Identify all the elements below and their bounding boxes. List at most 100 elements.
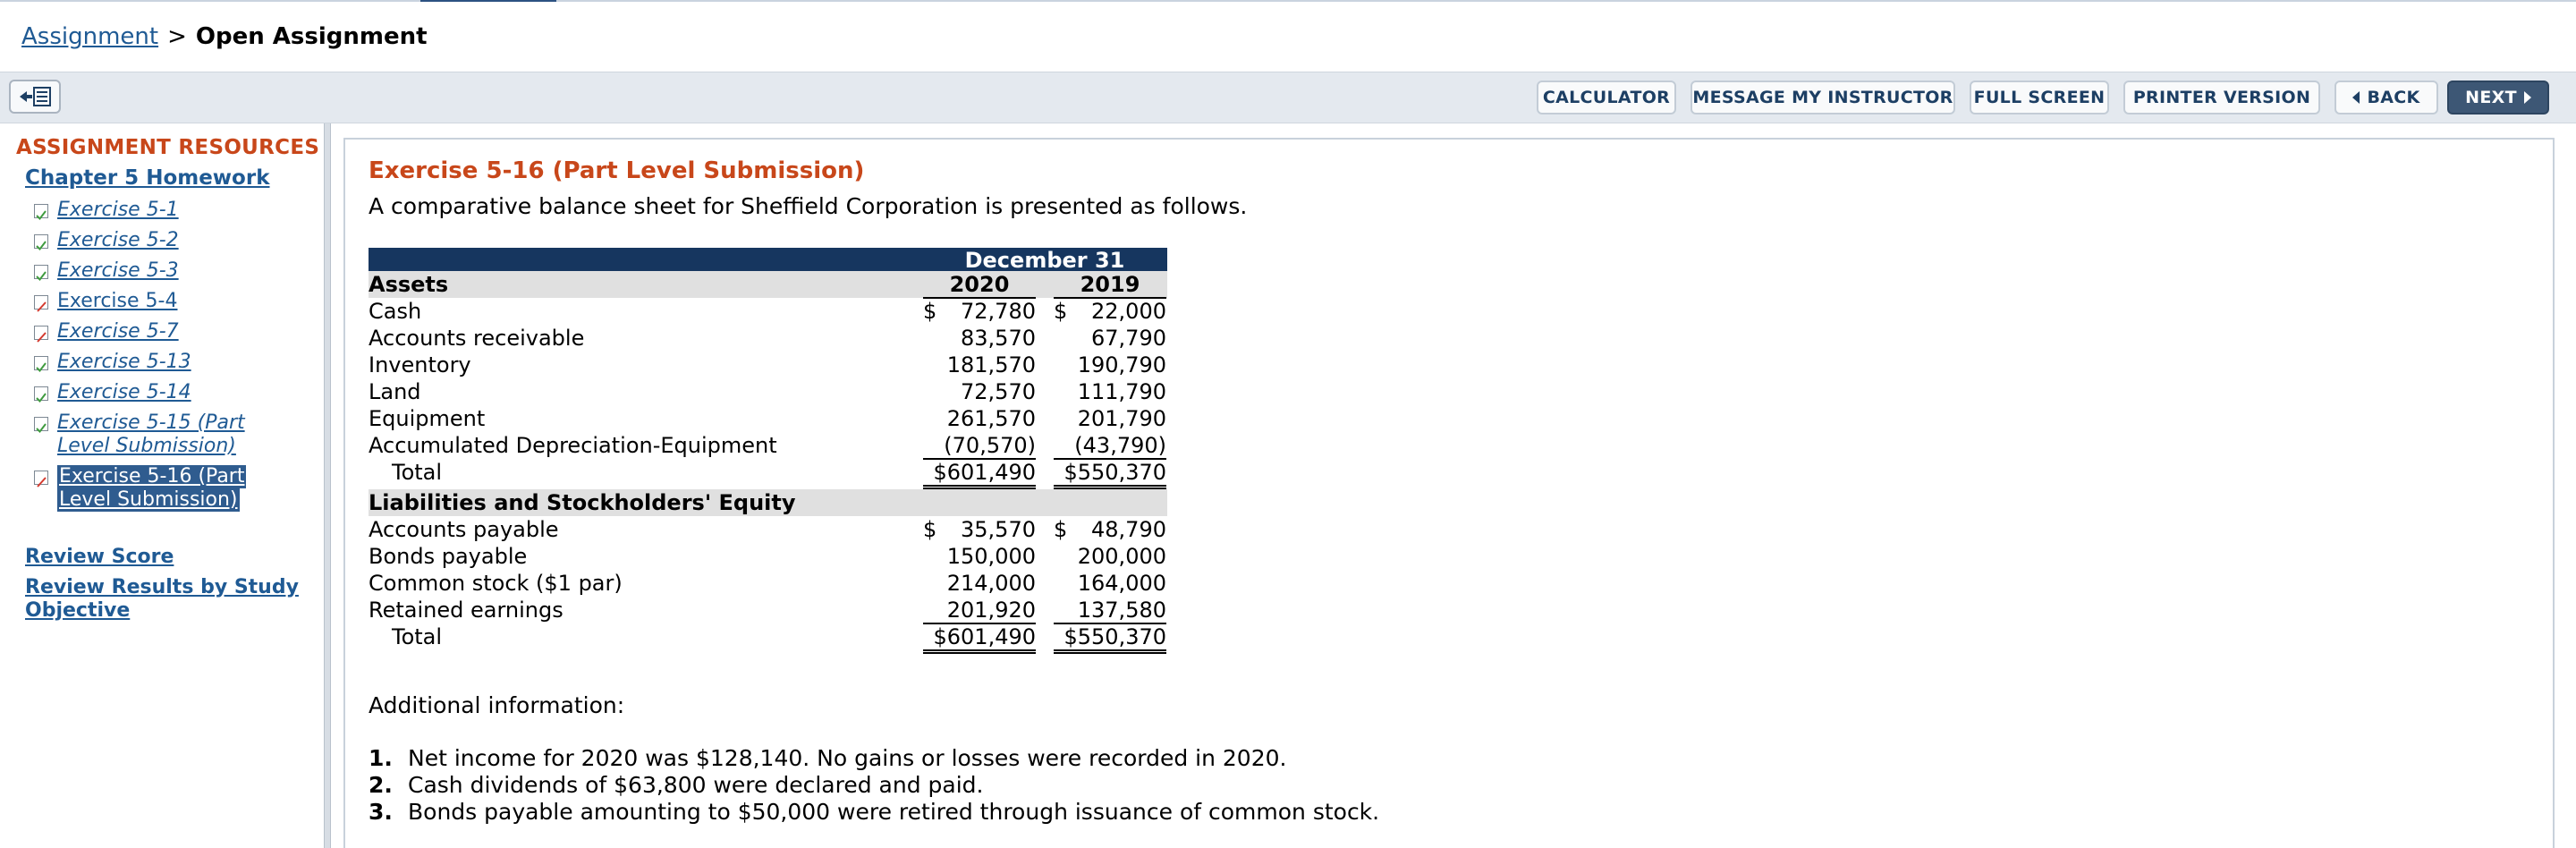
back-button[interactable]: BACK: [2334, 81, 2438, 114]
row-label: Accounts receivable: [369, 326, 585, 351]
value-2020: 72,570: [961, 379, 1036, 404]
next-button[interactable]: NEXT: [2447, 81, 2549, 114]
sidebar-item-label: Exercise 5-3: [57, 259, 179, 282]
liabilities-total-row: Total $601,490 $550,370: [369, 623, 1167, 654]
row-label: Bonds payable: [369, 544, 528, 569]
value-2020: 83,570: [961, 326, 1036, 351]
value-2019: $22,000: [1054, 299, 1166, 324]
slash-icon: [34, 471, 48, 488]
next-label: NEXT: [2465, 88, 2517, 107]
resources-heading: ASSIGNMENT RESOURCES: [16, 136, 320, 159]
sidebar-item-label: Exercise 5-14: [57, 381, 191, 403]
back-label: BACK: [2367, 88, 2420, 107]
printer-version-button[interactable]: PRINTER VERSION: [2123, 81, 2320, 114]
check-icon: [34, 386, 48, 403]
value-2020: 150,000: [946, 544, 1036, 569]
table-row: Inventory 181,570 190,790: [369, 352, 1167, 378]
value-2019: 164,000: [1077, 571, 1166, 596]
sidebar-item-label: Exercise 5-13: [57, 351, 191, 373]
assets-heading: Assets: [369, 272, 449, 297]
value-2020: (70,570): [923, 433, 1036, 460]
value-2019: (43,790): [1054, 433, 1166, 460]
dollar-sign: $: [923, 299, 937, 324]
note-text: Net income for 2020 was $128,140. No gai…: [408, 745, 1287, 771]
value-2019: 111,790: [1077, 379, 1166, 404]
row-label: Land: [369, 379, 421, 404]
dollar-sign: $: [1054, 299, 1068, 324]
value-2020: $601,490: [923, 624, 1036, 654]
row-label: Total: [392, 460, 443, 485]
review-results-link[interactable]: Review Results by Study Objective: [25, 576, 299, 623]
balance-sheet-table: December 31 Assets 2020 2019 Cash $72,78…: [369, 248, 1167, 654]
row-label: Accumulated Depreciation-Equipment: [369, 433, 777, 458]
check-icon: [34, 234, 48, 251]
value-2020: 201,920: [923, 598, 1036, 624]
balance-sheet-header-row: December 31: [369, 248, 1167, 273]
row-label: Common stock ($1 par): [369, 571, 623, 596]
row-label: Accounts payable: [369, 517, 559, 542]
row-label: Cash: [369, 299, 422, 324]
slash-icon: [34, 326, 48, 343]
sidebar-resize-handle[interactable]: [324, 123, 331, 848]
value-2020: 181,570: [946, 352, 1036, 377]
table-row: Retained earnings 201,920 137,580: [369, 597, 1167, 624]
slash-icon: [34, 295, 48, 312]
sidebar-item-label: Exercise 5-2: [57, 229, 179, 251]
sidebar-item-label-line1: Exercise 5-15 (Part: [57, 411, 245, 434]
sidebar-item-label: Exercise 5-7: [57, 320, 179, 343]
dollar-sign: $: [923, 517, 937, 542]
value-2020: $35,570: [923, 517, 1036, 542]
note-number: 2.: [369, 772, 393, 798]
row-label: Inventory: [369, 352, 471, 377]
value-2020: 261,570: [946, 406, 1036, 431]
note-number: 3.: [369, 799, 393, 825]
review-results-line2: Objective: [25, 599, 131, 622]
check-icon: [34, 265, 48, 282]
row-label: Total: [392, 624, 443, 649]
top-border-accent: [420, 0, 556, 2]
value-2020: $601,490: [923, 460, 1036, 489]
row-label: Retained earnings: [369, 598, 564, 623]
note-number: 1.: [369, 745, 393, 771]
sidebar-item-label: Exercise 5-1: [57, 199, 179, 221]
value-2019: 201,790: [1077, 406, 1166, 431]
breadcrumb-separator: >: [167, 23, 187, 50]
assets-total-row: Total $601,490 $550,370: [369, 459, 1167, 489]
year-2020-header: 2020: [923, 272, 1036, 299]
dollar-sign: $: [1054, 517, 1068, 542]
collapse-sidebar-icon: [20, 87, 51, 106]
row-label: Equipment: [369, 406, 486, 431]
chapter-link[interactable]: Chapter 5 Homework: [25, 166, 270, 190]
table-row: Accumulated Depreciation-Equipment (70,5…: [369, 432, 1167, 460]
message-instructor-button[interactable]: MESSAGE MY INSTRUCTOR: [1690, 81, 1955, 114]
liabilities-heading: Liabilities and Stockholders' Equity: [369, 490, 796, 515]
value-2019: 137,580: [1054, 598, 1166, 624]
table-row: Cash $72,780 $22,000: [369, 298, 1167, 325]
table-row: Bonds payable 150,000 200,000: [369, 543, 1167, 570]
breadcrumb-assignment-link[interactable]: Assignment: [21, 23, 158, 50]
review-results-line1: Review Results by Study: [25, 576, 299, 598]
value-2019: 200,000: [1077, 544, 1166, 569]
table-row: Land 72,570 111,790: [369, 378, 1167, 405]
check-icon: [34, 204, 48, 221]
calculator-button[interactable]: CALCULATOR: [1537, 81, 1676, 114]
review-score-link[interactable]: Review Score: [25, 546, 174, 569]
value-2019: 190,790: [1077, 352, 1166, 377]
sidebar: ASSIGNMENT RESOURCES Chapter 5 Homework …: [0, 123, 322, 848]
value-2019: $48,790: [1054, 517, 1166, 542]
table-row: Accounts payable $35,570 $48,790: [369, 516, 1167, 543]
assets-heading-row: Assets 2020 2019: [369, 271, 1167, 299]
year-2019-header: 2019: [1054, 272, 1166, 299]
breadcrumb-current: Open Assignment: [195, 23, 428, 50]
sidebar-item-label: Exercise 5-4: [57, 290, 178, 312]
exercise-title: Exercise 5-16 (Part Level Submission): [369, 157, 865, 184]
full-screen-button[interactable]: FULL SCREEN: [1970, 81, 2109, 114]
exercise-intro: A comparative balance sheet for Sheffiel…: [369, 193, 1248, 219]
value-2019: 67,790: [1091, 326, 1166, 351]
check-icon: [34, 417, 48, 434]
period-header: December 31: [964, 248, 1125, 273]
sidebar-item-label-line2: Level Submission): [57, 488, 240, 512]
chevron-left-icon: [2352, 91, 2360, 104]
value-2019: $550,370: [1054, 460, 1166, 489]
toggle-sidebar-button[interactable]: [9, 80, 61, 114]
